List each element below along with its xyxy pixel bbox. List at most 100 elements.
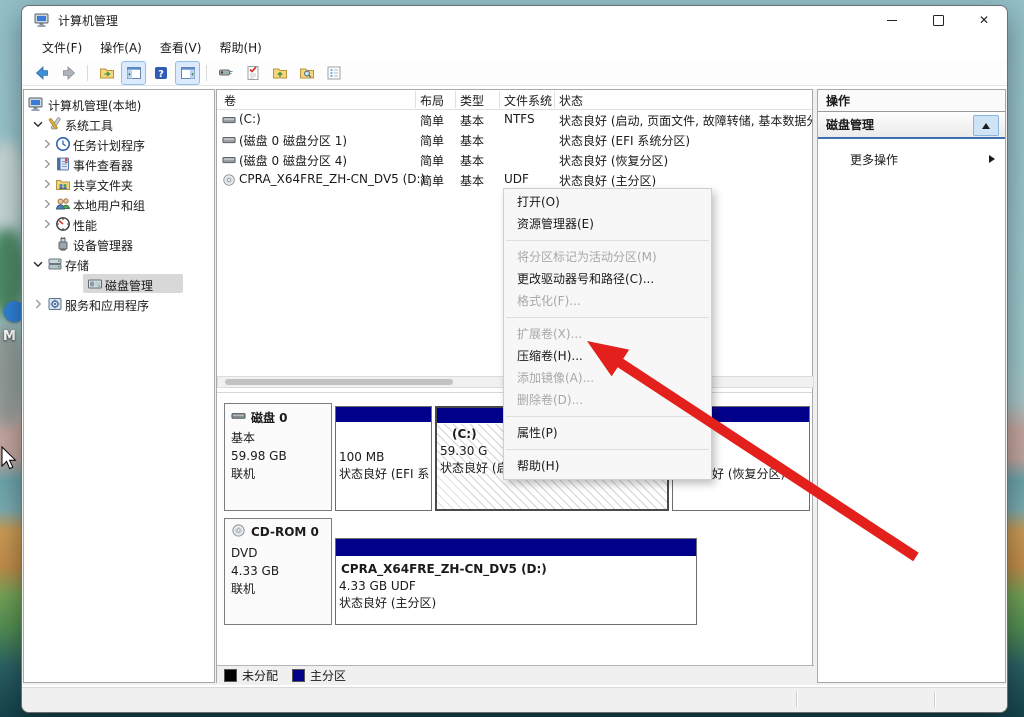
column-header-类型[interactable]: 类型 [460,92,484,109]
column-header-布局[interactable]: 布局 [420,92,444,109]
context-menu-item-更改驱动器号和路径(C)[interactable]: 更改驱动器号和路径(C)... [504,268,711,290]
partition-status: 状态良好 (主分区) [339,596,437,610]
context-menu-item-打开(O)[interactable]: 打开(O) [504,191,711,213]
context-menu-item-删除卷(D): 删除卷(D)... [517,393,584,407]
volume-type: 基本 [460,134,485,148]
tree-item-设备管理器[interactable]: 设备管理器 [24,234,214,254]
tree-item-label: 磁盘管理 [105,279,154,293]
chevron-right-icon[interactable] [40,157,54,171]
diskmgmt-icon [87,276,103,292]
partition-legend: 未分配 主分区 [217,665,814,685]
partition-status: 状态良好 (EFI 系 [339,467,430,481]
legend-primary: 主分区 [292,667,346,684]
minimize-button[interactable] [869,6,915,34]
column-separator[interactable] [499,91,500,108]
disk-status: 联机 [231,467,256,481]
context-menu-item-压缩卷(H)[interactable]: 压缩卷(H)... [504,345,711,367]
window-title: 计算机管理 [58,13,119,28]
chevron-right-icon[interactable] [40,137,54,151]
close-button[interactable]: ✕ [961,6,1007,34]
context-menu-item-帮助(H)[interactable]: 帮助(H) [504,455,711,477]
chevron-down-icon[interactable] [31,117,45,131]
volume-layout: 简单 [420,114,445,128]
chevron-right-icon[interactable] [31,297,45,311]
book-icon [55,156,71,172]
tree-item-共享文件夹[interactable]: 共享文件夹 [24,174,214,194]
users-icon [55,196,71,212]
context-menu-item-格式化(F): 格式化(F)... [517,294,581,308]
tree-item-服务和应用程序[interactable]: 服务和应用程序 [24,294,214,314]
volume-row-(C:)[interactable]: (C:) 简单 基本 NTFS 状态良好 (启动, 页面文件, 故障转储, 基本数据分 [217,110,812,130]
partition-color-bar [336,539,696,557]
screen: M 计算机管理 ✕ 文件(F) 操作(A) 查看(V) 帮助(H) ? 计算机管理(本… [0,0,1024,717]
chevron-right-icon[interactable] [40,217,54,231]
volume-row-(磁盘 0 磁盘分区 1)[interactable]: (磁盘 0 磁盘分区 1) 简单 基本 状态良好 (EFI 系统分区) [217,130,812,150]
back-toolbar-button[interactable] [29,61,54,85]
propslist-toolbar-button[interactable] [321,61,346,85]
chevron-down-icon[interactable] [31,257,45,271]
tree-item-事件查看器[interactable]: 事件查看器 [24,154,214,174]
menu-查看V[interactable]: 查看(V) [151,36,211,59]
chevron-right-icon[interactable] [40,197,54,211]
column-separator[interactable] [455,91,456,108]
volume-fs: NTFS [504,112,535,126]
context-menu-item-属性(P)[interactable]: 属性(P) [504,422,711,444]
disk-name: CD-ROM 0 [251,525,319,539]
menu-文件F[interactable]: 文件(F) [33,36,91,59]
context-menu-item-资源管理器(E)[interactable]: 资源管理器(E) [504,213,711,235]
cdrom-0-info[interactable]: CD-ROM 0 DVD 4.33 GB 联机 [224,518,332,625]
folderup-toolbar-button[interactable] [267,61,292,85]
partition-efi[interactable]: 100 MB 状态良好 (EFI 系 [335,406,432,511]
volume-row-(磁盘 0 磁盘分区 4)[interactable]: (磁盘 0 磁盘分区 4) 简单 基本 状态良好 (恢复分区) [217,150,812,170]
maximize-button[interactable] [915,6,961,34]
column-separator[interactable] [415,91,416,108]
partition-dvd[interactable]: CPRA_X64FRE_ZH-CN_DV5 (D:) 4.33 GB UDF 状… [335,538,697,625]
checkdoc-toolbar-button[interactable] [240,61,265,85]
chevron-right-icon[interactable] [40,177,54,191]
more-actions-label: 更多操作 [850,152,899,167]
menu-separator [506,240,709,241]
legend-label: 主分区 [310,669,347,683]
tree-item-磁盘管理[interactable]: 磁盘管理 [24,274,214,294]
column-header-文件系统[interactable]: 文件系统 [504,92,552,109]
tree-item-性能[interactable]: 性能 [24,214,214,234]
actionpane-toolbar-button[interactable] [175,60,200,85]
disk-name: 磁盘 0 [251,410,288,425]
consoletree-toolbar-button[interactable] [121,60,146,85]
forward-toolbar-button[interactable] [56,61,81,85]
tree-item-label: 存储 [65,259,90,273]
tree-item-系统工具[interactable]: 系统工具 [24,114,214,134]
volume-row-CPRA_X64FRE_ZH-CN_DV5 (D:)[interactable]: CPRA_X64FRE_ZH-CN_DV5 (D:) 简单 基本 UDF 状态良好 (主… [217,170,812,190]
tree-item-存储[interactable]: 存储 [24,254,214,274]
folderfind-toolbar-button[interactable] [294,61,319,85]
tree-item-label: 任务计划程序 [73,139,146,153]
partition-label: CPRA_X64FRE_ZH-CN_DV5 (D:) [341,562,547,576]
actions-section-disk-management[interactable]: 磁盘管理 [818,112,1005,139]
context-menu: 打开(O) 资源管理器(E) 将分区标记为活动分区(M) 更改驱动器号和路径(C)..… [503,188,712,480]
collapse-section-button[interactable] [973,115,999,136]
volume-icon [222,153,236,167]
column-header-状态[interactable]: 状态 [559,92,583,109]
partition-color-bar [336,407,431,423]
more-actions-item[interactable]: 更多操作 [818,148,1005,170]
help-toolbar-button[interactable]: ? [148,61,173,85]
svg-text:?: ? [158,69,164,80]
tree-item-本地用户和组[interactable]: 本地用户和组 [24,194,214,214]
remote-toolbar-button[interactable] [213,61,238,85]
tree-item-label: 共享文件夹 [73,179,134,193]
tree-item-label: 事件查看器 [73,159,134,173]
title-bar[interactable]: 计算机管理 ✕ [22,6,1007,34]
toolbar-separator [87,64,88,81]
disk-0-info[interactable]: 磁盘 0 基本 59.98 GB 联机 [224,403,332,511]
legend-swatch [292,669,306,682]
tree-item-任务计划程序[interactable]: 任务计划程序 [24,134,214,154]
cd-icon [222,173,236,187]
column-separator[interactable] [554,91,555,108]
column-header-卷[interactable]: 卷 [224,92,236,109]
export-toolbar-button[interactable] [94,61,119,85]
tree-item-label: 性能 [73,219,98,233]
menu-帮助H[interactable]: 帮助(H) [210,36,270,59]
menu-操作A[interactable]: 操作(A) [91,36,151,59]
tree-item-计算机管理(本地)[interactable]: 计算机管理(本地) [24,94,214,114]
scrollbar-thumb[interactable] [225,379,453,385]
